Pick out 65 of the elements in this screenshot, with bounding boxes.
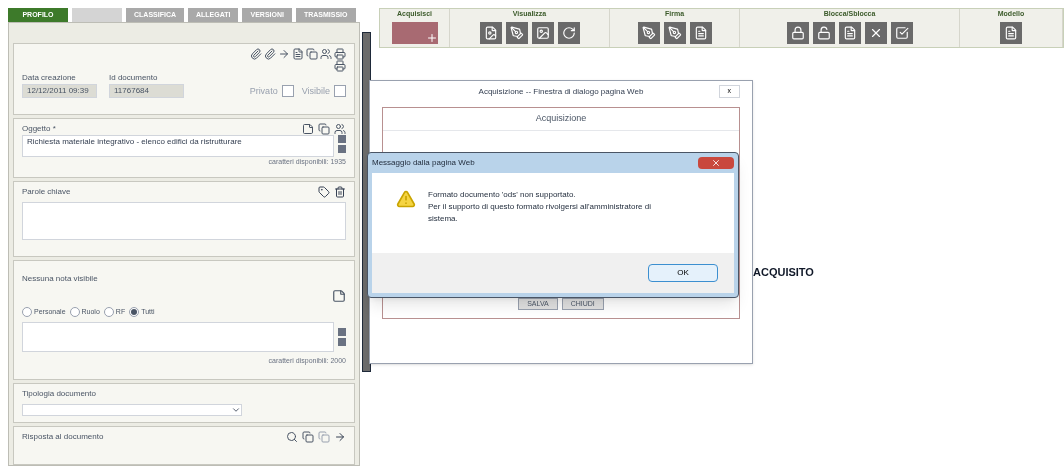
picture-icon[interactable] xyxy=(531,21,554,44)
field-label: Oggetto * xyxy=(22,123,56,135)
cross-icon[interactable] xyxy=(864,21,887,44)
document-icon[interactable] xyxy=(689,21,712,44)
document-icon[interactable] xyxy=(838,21,861,44)
field-label: Nessuna nota visibile xyxy=(22,273,99,285)
trash-icon[interactable] xyxy=(334,186,346,198)
printer-icon[interactable] xyxy=(334,60,346,72)
id-field: 11767684 xyxy=(109,84,184,98)
ok-button[interactable]: OK xyxy=(648,264,718,282)
keywords-field[interactable] xyxy=(22,202,346,240)
lock-icon[interactable] xyxy=(786,21,809,44)
clip-icon[interactable] xyxy=(250,48,262,60)
note-icon[interactable] xyxy=(332,289,346,303)
unlock-icon[interactable] xyxy=(812,21,835,44)
close-icon xyxy=(711,158,721,168)
message-box-title: Messaggio dalla pagina Web xyxy=(372,157,475,169)
search-icon[interactable] xyxy=(286,431,298,443)
message-text: Formato documento 'ods' non supportato. xyxy=(428,189,577,201)
people-icon[interactable] xyxy=(334,123,346,135)
panel-header: Acquisizione xyxy=(383,108,739,131)
rotate-icon[interactable] xyxy=(557,21,580,44)
document-icon[interactable] xyxy=(1000,21,1022,44)
tag-icon[interactable] xyxy=(318,186,330,198)
warning-icon xyxy=(396,189,416,209)
add-button[interactable] xyxy=(391,21,438,44)
notes-field[interactable] xyxy=(22,321,334,352)
field-label: Id documento xyxy=(109,72,159,84)
date-field: 12/12/2011 09:39 xyxy=(22,84,97,98)
people-icon[interactable] xyxy=(320,48,332,60)
field-label: Risposta al documento xyxy=(22,431,104,443)
checkbox[interactable] xyxy=(334,85,346,98)
checkbox-icon[interactable] xyxy=(890,21,913,44)
radio-button[interactable] xyxy=(69,307,80,318)
arrow-icon[interactable] xyxy=(334,431,346,443)
field-label: Parole chiave xyxy=(22,186,71,198)
dialog-title: Acquisizione -- Finestra di dialogo pagina Web xyxy=(478,86,644,98)
image-icon[interactable] xyxy=(479,21,502,44)
checkbox-label: Privato xyxy=(249,84,278,98)
copy-icon[interactable] xyxy=(306,48,318,60)
tab-spacer xyxy=(72,8,122,22)
copy-icon[interactable] xyxy=(302,431,314,443)
close-button[interactable] xyxy=(698,157,734,169)
radio-button[interactable] xyxy=(22,307,32,318)
message-text: Per il supporto di questo formato rivolgersi all'amministratore di sistema. xyxy=(428,201,652,225)
checkbox[interactable] xyxy=(281,85,294,98)
scroll-up-icon[interactable] xyxy=(338,327,346,336)
caret-icon xyxy=(231,405,241,415)
document-icon[interactable] xyxy=(292,48,304,60)
checkbox-label: Visibile xyxy=(301,84,330,98)
plus-icon xyxy=(425,31,438,44)
printer-icon[interactable] xyxy=(334,48,346,60)
copy-icon[interactable] xyxy=(318,123,330,135)
note-icon[interactable] xyxy=(302,123,314,135)
pen-icon[interactable] xyxy=(663,21,686,44)
field-label: Data creazione xyxy=(22,72,77,84)
subject-field[interactable]: Richiesta materiale integrativo - elenco edifici da ristrutturare xyxy=(22,135,334,157)
pen-icon[interactable] xyxy=(505,21,528,44)
radio-button[interactable] xyxy=(103,307,114,318)
status-text: ACQUISITO xyxy=(753,265,814,280)
pen-icon[interactable] xyxy=(637,21,660,44)
radio-button[interactable] xyxy=(129,307,140,318)
clip-icon[interactable] xyxy=(264,48,276,60)
field-label: Tipologia documento xyxy=(22,388,97,400)
scroll-down-icon[interactable] xyxy=(338,337,346,346)
